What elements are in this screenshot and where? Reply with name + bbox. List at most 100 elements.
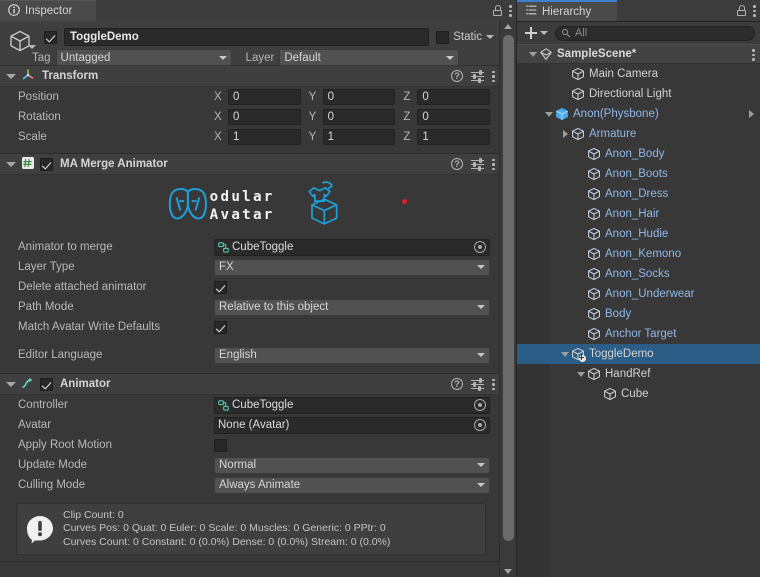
- position-y-input[interactable]: 0: [322, 89, 396, 105]
- inspector-scrollbar[interactable]: [499, 21, 516, 577]
- hierarchy-row[interactable]: Anon_Body: [517, 144, 760, 164]
- ma-merge-animator-enabled-checkbox[interactable]: [40, 157, 53, 171]
- rotation-x-input[interactable]: 0: [228, 109, 301, 125]
- twisty[interactable]: [527, 51, 539, 57]
- object-picker-icon[interactable]: [474, 241, 486, 253]
- update-mode-dropdown[interactable]: Normal: [214, 456, 490, 474]
- hierarchy-row[interactable]: Anchor Target: [517, 324, 760, 344]
- scale-x-input[interactable]: 1: [228, 129, 301, 145]
- kebab-menu-icon[interactable]: [509, 4, 512, 17]
- tab-inspector[interactable]: Inspector: [0, 0, 96, 21]
- axis-y-label: Y: [308, 111, 317, 123]
- hierarchy-row[interactable]: SampleScene*: [517, 44, 760, 64]
- preset-sliders-icon[interactable]: [471, 158, 484, 171]
- twisty[interactable]: [575, 371, 587, 377]
- gameobject-active-checkbox[interactable]: [44, 30, 57, 44]
- chevron-down-icon: [477, 483, 485, 487]
- hierarchy-search-input[interactable]: All: [555, 25, 755, 41]
- animator-to-merge-objectfield[interactable]: CubeToggle: [214, 238, 490, 256]
- hierarchy-row[interactable]: Anon_Hudie: [517, 224, 760, 244]
- position-x-input[interactable]: 0: [228, 89, 301, 105]
- static-group[interactable]: Static: [436, 30, 494, 44]
- tag-dropdown[interactable]: Untagged: [55, 49, 232, 66]
- layer-type-dropdown[interactable]: FX: [214, 258, 490, 276]
- lock-icon[interactable]: [493, 5, 502, 16]
- help-icon[interactable]: ?: [451, 158, 463, 170]
- match-avatar-write-defaults-checkbox[interactable]: [214, 320, 227, 334]
- avatar-objectfield[interactable]: None (Avatar): [214, 416, 490, 434]
- hierarchy-row[interactable]: Anon_Socks: [517, 264, 760, 284]
- apply-root-motion-checkbox[interactable]: [214, 438, 227, 452]
- twisty[interactable]: [559, 351, 571, 357]
- object-picker-icon[interactable]: [474, 419, 486, 431]
- hierarchy-row-label: ToggleDemo: [589, 348, 654, 360]
- ma-merge-animator-header[interactable]: MA Merge Animator ?: [0, 154, 500, 175]
- help-icon[interactable]: ?: [451, 70, 463, 82]
- twisty-expanded-icon[interactable]: [561, 351, 569, 357]
- hierarchy-row[interactable]: HandRef: [517, 364, 760, 384]
- hierarchy-row[interactable]: Anon_Underwear: [517, 284, 760, 304]
- scroll-down-arrow[interactable]: [504, 569, 512, 574]
- layer-type-label: Layer Type: [18, 261, 75, 273]
- foldout-icon[interactable]: [6, 73, 16, 79]
- hierarchy-row[interactable]: Anon_Hair: [517, 204, 760, 224]
- gameobject-cube-icon[interactable]: [8, 29, 36, 61]
- kebab-menu-icon[interactable]: [492, 70, 495, 83]
- twisty-expanded-icon[interactable]: [529, 51, 537, 57]
- hierarchy-row-selected[interactable]: ToggleDemo: [517, 344, 760, 364]
- animator-enabled-checkbox[interactable]: [40, 377, 53, 391]
- hierarchy-row[interactable]: Directional Light: [517, 84, 760, 104]
- culling-mode-dropdown[interactable]: Always Animate: [214, 476, 490, 494]
- twisty[interactable]: [543, 111, 555, 117]
- scrollbar-thumb[interactable]: [503, 35, 514, 541]
- chevron-down-icon[interactable]: [486, 35, 494, 39]
- object-picker-icon[interactable]: [474, 399, 486, 411]
- chevron-right-icon[interactable]: [749, 110, 754, 118]
- scale-z-input[interactable]: 1: [417, 129, 491, 145]
- tab-hierarchy-label: Hierarchy: [542, 5, 592, 18]
- lock-icon[interactable]: [737, 5, 746, 16]
- kebab-menu-icon[interactable]: [752, 48, 755, 61]
- field-layer-type: Layer Type FX: [0, 257, 500, 277]
- hierarchy-row[interactable]: Anon_Boots: [517, 164, 760, 184]
- scroll-up-arrow[interactable]: [504, 24, 512, 29]
- hierarchy-row[interactable]: Anon_Kemono: [517, 244, 760, 264]
- hierarchy-row[interactable]: Main Camera: [517, 64, 760, 84]
- animator-info-helpbox: Clip Count: 0 Curves Pos: 0 Quat: 0 Eule…: [16, 503, 486, 555]
- create-object-button[interactable]: [522, 25, 551, 41]
- field-update-mode: Update Mode Normal: [0, 455, 500, 475]
- hierarchy-row[interactable]: Anon(Physbone): [517, 104, 760, 124]
- kebab-menu-icon[interactable]: [492, 378, 495, 391]
- twisty-collapsed-icon[interactable]: [562, 130, 568, 138]
- static-checkbox[interactable]: [436, 30, 450, 44]
- preset-sliders-icon[interactable]: [471, 378, 484, 391]
- twisty-expanded-icon[interactable]: [577, 371, 585, 377]
- kebab-menu-icon[interactable]: [492, 158, 495, 171]
- layer-dropdown[interactable]: Default: [279, 49, 460, 66]
- preset-sliders-icon[interactable]: [471, 70, 484, 83]
- position-z-input[interactable]: 0: [417, 89, 491, 105]
- foldout-icon[interactable]: [6, 161, 16, 167]
- hierarchy-row[interactable]: Cube: [517, 384, 760, 404]
- axis-x-label: X: [214, 131, 222, 143]
- hierarchy-row-label: Anon(Physbone): [573, 108, 659, 120]
- twisty-expanded-icon[interactable]: [545, 111, 553, 117]
- path-mode-dropdown[interactable]: Relative to this object: [214, 298, 490, 316]
- hierarchy-row[interactable]: Armature: [517, 124, 760, 144]
- animator-header[interactable]: Animator ?: [0, 374, 500, 395]
- twisty[interactable]: [559, 130, 571, 138]
- transform-header[interactable]: Transform ?: [0, 66, 500, 87]
- scale-y-input[interactable]: 1: [322, 129, 396, 145]
- kebab-menu-icon[interactable]: [753, 4, 756, 17]
- controller-objectfield[interactable]: CubeToggle: [214, 396, 490, 414]
- foldout-icon[interactable]: [6, 381, 16, 387]
- editor-language-dropdown[interactable]: English: [214, 346, 490, 364]
- help-icon[interactable]: ?: [451, 378, 463, 390]
- gameobject-name-input[interactable]: ToggleDemo: [64, 28, 430, 46]
- rotation-z-input[interactable]: 0: [417, 109, 491, 125]
- delete-attached-animator-checkbox[interactable]: [214, 280, 227, 294]
- tab-hierarchy[interactable]: Hierarchy: [517, 0, 617, 21]
- hierarchy-row[interactable]: Anon_Dress: [517, 184, 760, 204]
- hierarchy-row[interactable]: Body: [517, 304, 760, 324]
- rotation-y-input[interactable]: 0: [322, 109, 396, 125]
